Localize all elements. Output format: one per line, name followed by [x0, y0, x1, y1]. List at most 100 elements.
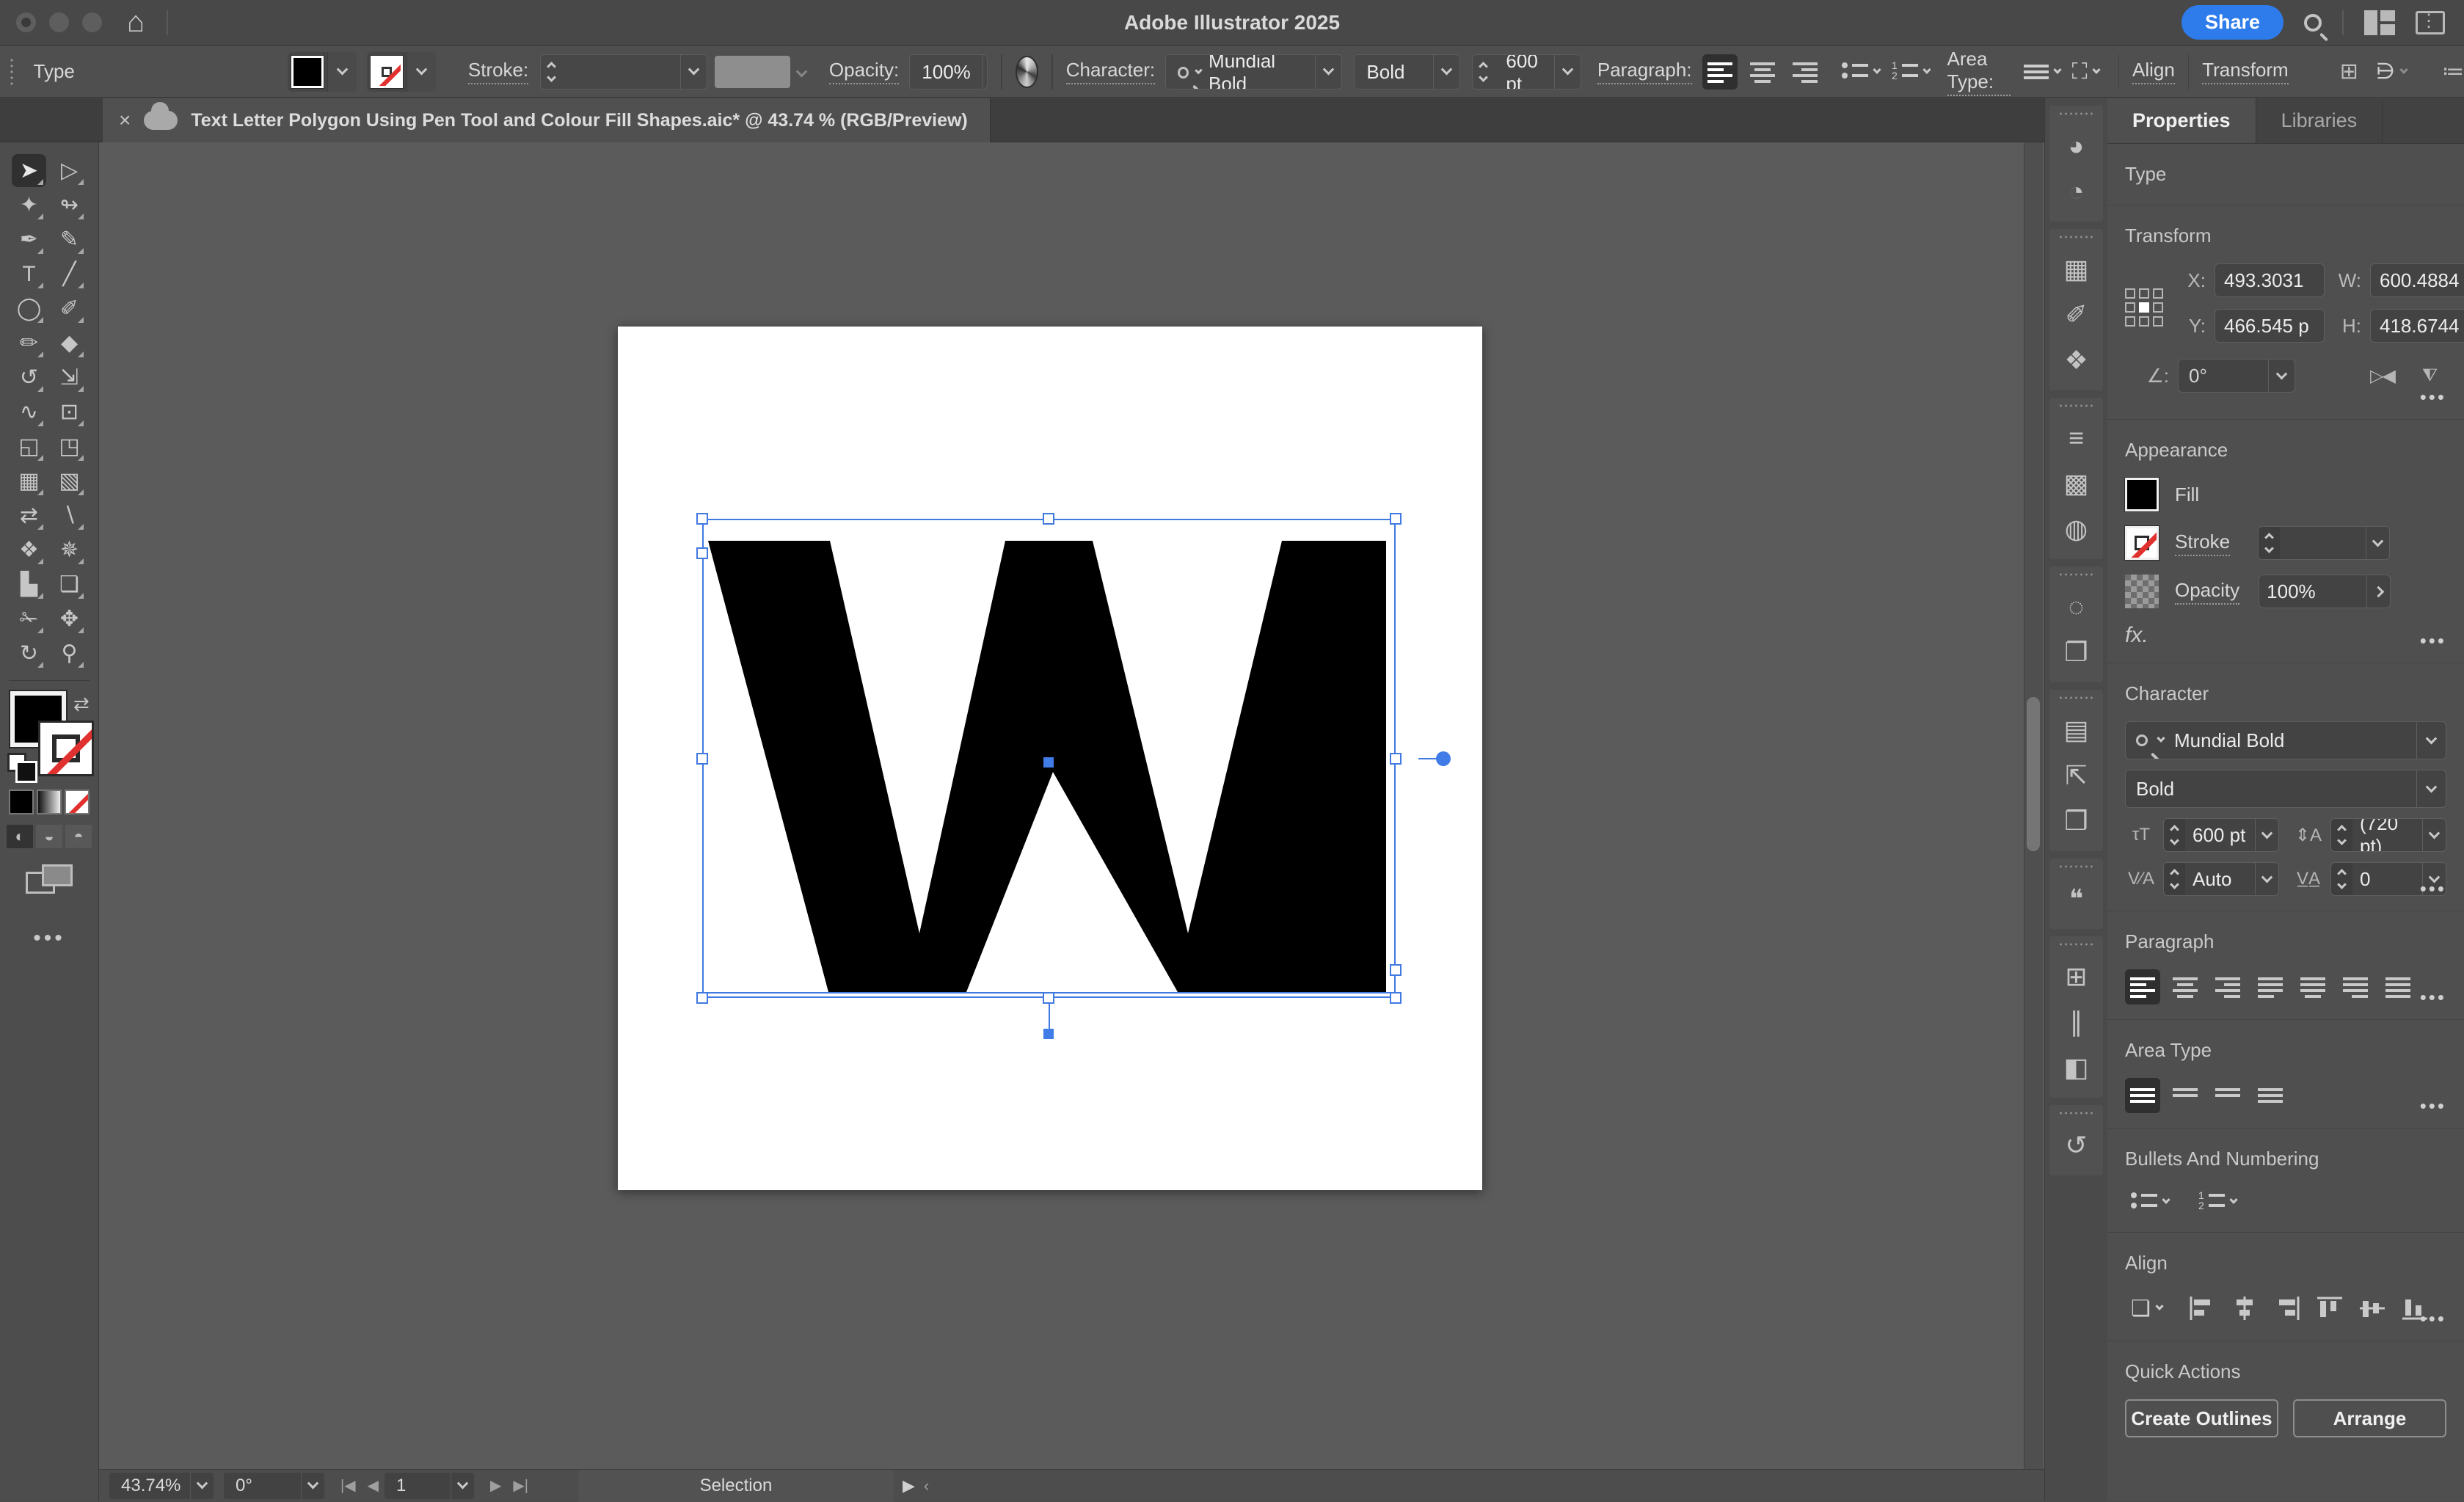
- zoom-level-field[interactable]: 43.74%: [109, 1473, 190, 1499]
- align-panel-link[interactable]: Align: [2132, 59, 2175, 84]
- rotation-field[interactable]: 0°: [224, 1473, 301, 1499]
- handle-bottom-right[interactable]: [1390, 992, 1402, 1004]
- fx-effects-button[interactable]: fx.: [2125, 623, 2446, 648]
- comments-panel-icon[interactable]: ❝: [2049, 876, 2103, 922]
- close-tab-icon[interactable]: ×: [119, 109, 131, 132]
- magic-wand-tool[interactable]: ✦: [12, 189, 46, 222]
- numbered-list-button[interactable]: 12: [1886, 56, 1936, 87]
- opacity-label[interactable]: Opacity: [2175, 579, 2239, 605]
- handle-top-right[interactable]: [1390, 513, 1402, 525]
- font-size-dropdown[interactable]: [1554, 55, 1581, 89]
- opacity-flyout[interactable]: [983, 55, 988, 89]
- scale-tool[interactable]: ⇲: [52, 361, 87, 394]
- area-type-panel-link[interactable]: Area Type:: [1947, 48, 2011, 96]
- change-screen-mode-icon[interactable]: [26, 864, 73, 897]
- character-more-options[interactable]: •••: [2420, 878, 2446, 900]
- font-family-dropdown[interactable]: [1315, 55, 1341, 89]
- color-fill-button[interactable]: [9, 790, 34, 814]
- paragraph-align-justify-center-button[interactable]: [2295, 969, 2330, 1005]
- align-panel-icon[interactable]: ∥: [2049, 999, 2103, 1045]
- stroke-panel-icon[interactable]: ≡: [2049, 415, 2103, 461]
- history-panel-icon[interactable]: ↺: [2049, 1123, 2103, 1168]
- appearance-more-options[interactable]: •••: [2420, 630, 2446, 652]
- tab-properties[interactable]: Properties: [2107, 98, 2256, 143]
- panel-opacity-flyout[interactable]: [2366, 575, 2390, 608]
- leading-value[interactable]: (720 pt): [2352, 819, 2422, 851]
- vertical-scrollbar[interactable]: [2024, 142, 2043, 1469]
- status-bar-collapse-icon[interactable]: ‹: [924, 1476, 929, 1495]
- shape-builder-tool[interactable]: ◱: [12, 430, 46, 463]
- align-left-button[interactable]: [2184, 1291, 2220, 1326]
- fill-dropdown[interactable]: [327, 52, 357, 92]
- appearance-fill-swatch[interactable]: [2125, 478, 2159, 511]
- previous-artboard-icon[interactable]: ◀: [368, 1476, 379, 1495]
- color-panel-icon[interactable]: ◕: [2049, 123, 2103, 169]
- font-style-dropdown[interactable]: [1433, 55, 1459, 89]
- control-bar-menu-icon[interactable]: ≔: [2442, 59, 2464, 84]
- symbols-panel-icon[interactable]: ❖: [2049, 338, 2103, 383]
- search-icon[interactable]: [2304, 14, 2322, 32]
- gradient-fill-button[interactable]: [37, 790, 62, 814]
- share-button[interactable]: Share: [2181, 5, 2283, 40]
- appearance-stroke-swatch[interactable]: [2125, 526, 2159, 560]
- rotation-angle-value[interactable]: 0°: [2179, 360, 2268, 392]
- paragraph-align-right-button[interactable]: [2210, 969, 2245, 1005]
- zoom-level-dropdown[interactable]: [190, 1473, 214, 1499]
- font-style-control[interactable]: Bold: [1354, 54, 1460, 90]
- align-right-button[interactable]: [1787, 54, 1823, 90]
- font-style-value[interactable]: Bold: [1355, 55, 1433, 90]
- leading-dropdown[interactable]: [2422, 819, 2446, 851]
- recolor-artwork-icon[interactable]: [1016, 56, 1039, 88]
- dock-group-grip[interactable]: [2060, 941, 2093, 948]
- character-panel-link[interactable]: Character:: [1066, 59, 1155, 84]
- panel-font-size-value[interactable]: 600 pt: [2185, 819, 2255, 851]
- paragraph-panel-link[interactable]: Paragraph:: [1597, 59, 1692, 84]
- fill-swatch[interactable]: [291, 56, 324, 88]
- brushes-panel-icon[interactable]: ✐: [2049, 292, 2103, 338]
- dock-group-grip[interactable]: [2060, 110, 2093, 117]
- paragraph-align-left-button[interactable]: [2125, 969, 2160, 1005]
- curvature-tool[interactable]: ✎: [52, 223, 87, 256]
- handle-bottom-left[interactable]: [696, 992, 708, 1004]
- control-bar-grip[interactable]: [9, 57, 13, 87]
- area-type-auto-size-button[interactable]: [2125, 1078, 2160, 1113]
- leading-stepper[interactable]: [2331, 819, 2352, 851]
- font-size-stepper[interactable]: [1473, 55, 1494, 89]
- line-segment-tool[interactable]: ╱: [52, 258, 87, 291]
- stroke-width-value[interactable]: [562, 55, 680, 90]
- font-size-value[interactable]: 600 pt: [1494, 55, 1553, 90]
- dock-group-grip[interactable]: [2060, 1109, 2093, 1117]
- eyedropper-tool[interactable]: ∖: [52, 499, 87, 532]
- paragraph-align-justify-left-button[interactable]: [2253, 969, 2288, 1005]
- fill-color-control[interactable]: [288, 52, 357, 92]
- handle-bottom-center[interactable]: [1043, 992, 1054, 1004]
- stroke-none-swatch[interactable]: [371, 56, 403, 88]
- panel-options-icon[interactable]: [2416, 11, 2445, 34]
- dock-group-grip[interactable]: [2060, 571, 2093, 578]
- transform-more-options[interactable]: •••: [2420, 386, 2446, 409]
- direct-selection-tool[interactable]: ▷: [52, 154, 87, 187]
- isolate-selection-icon[interactable]: ⋻: [2370, 54, 2413, 89]
- document-tab[interactable]: × Text Letter Polygon Using Pen Tool and…: [103, 98, 991, 142]
- artboard-dropdown[interactable]: [451, 1473, 474, 1499]
- live-shape-side-handle[interactable]: [1436, 751, 1451, 766]
- appearance-opacity-swatch[interactable]: [2125, 575, 2159, 608]
- swap-fill-stroke-icon[interactable]: ⇄: [73, 693, 90, 715]
- column-graph-tool[interactable]: ▙: [12, 568, 46, 601]
- area-type-more-options[interactable]: •••: [2420, 1095, 2446, 1118]
- center-anchor-point[interactable]: [1043, 757, 1054, 768]
- transform-panel-icon[interactable]: ⊞: [2049, 954, 2103, 999]
- gradient-tool[interactable]: ▧: [52, 464, 87, 497]
- stroke-label[interactable]: Stroke: [2175, 531, 2230, 556]
- color-guide-panel-icon[interactable]: ◔: [2049, 169, 2103, 214]
- align-h-center-button[interactable]: [2227, 1291, 2262, 1326]
- opacity-control[interactable]: 100%: [909, 54, 988, 90]
- stroke-weight-dropdown[interactable]: [2366, 527, 2389, 559]
- tracking-value[interactable]: 0: [2352, 863, 2422, 895]
- area-type-flexible-width-button[interactable]: [2210, 1078, 2245, 1113]
- artboards-panel-icon[interactable]: ⇱: [2049, 753, 2103, 798]
- graphic-styles-panel-icon[interactable]: ❐: [2049, 630, 2103, 675]
- pencil-tool[interactable]: ✏: [12, 327, 46, 360]
- ellipse-tool[interactable]: ◯: [12, 292, 46, 325]
- handle-text-frame-left[interactable]: [696, 547, 708, 559]
